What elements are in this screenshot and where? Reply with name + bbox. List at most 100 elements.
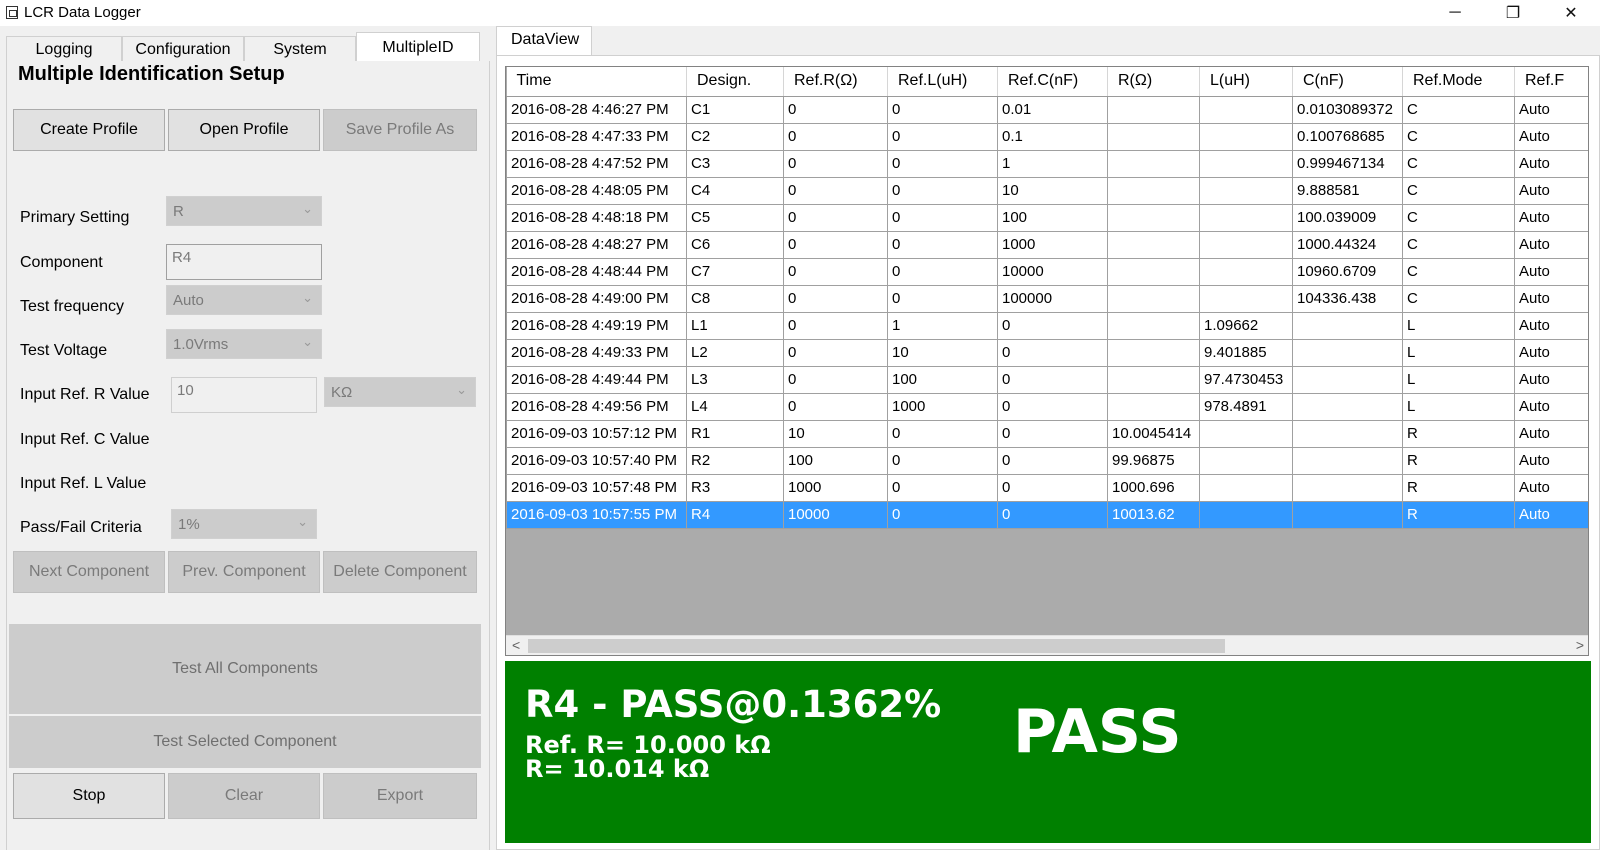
input-ref-r-field[interactable]: 10 [171,377,317,413]
table-cell[interactable]: L [1402,311,1515,340]
table-cell[interactable]: Auto [1514,419,1588,448]
table-cell[interactable]: Auto [1514,446,1588,475]
create-profile-button[interactable]: Create Profile [13,109,165,151]
table-cell[interactable] [1107,149,1200,178]
table-row[interactable]: 2016-09-03 10:57:48 PM R3 1000 0 0 1000.696 R A… [506,473,1588,502]
table-cell[interactable]: 100.039009 [1292,203,1403,232]
test-selected-component-button[interactable]: Test Selected Component [9,716,481,768]
table-row[interactable]: 2016-08-28 4:47:33 PM C2 0 0 0.1 0.100768685 C… [506,122,1588,151]
table-cell[interactable]: 10013.62 [1107,500,1200,529]
table-cell[interactable] [1199,473,1293,502]
table-cell[interactable]: 0 [997,365,1108,394]
table-cell[interactable]: 2016-08-28 4:49:44 PM [506,365,687,394]
table-cell[interactable]: Auto [1514,473,1588,502]
table-cell[interactable] [1292,446,1403,475]
table-cell[interactable]: 0 [783,95,888,124]
table-row[interactable]: 2016-09-03 10:57:12 PM R1 10 0 0 10.0045414 R A… [506,419,1588,448]
table-cell[interactable]: 10 [887,338,998,367]
tab-logging[interactable]: Logging [6,36,122,62]
table-cell[interactable]: Auto [1514,203,1588,232]
table-cell[interactable] [1199,95,1293,124]
table-row[interactable]: 2016-08-28 4:49:19 PM L1 0 1 0 1.09662 L Auto [506,311,1588,340]
table-cell[interactable] [1107,95,1200,124]
table-cell[interactable]: 2016-09-03 10:57:40 PM [506,446,687,475]
table-cell[interactable]: R4 [686,500,784,529]
table-cell[interactable] [1292,338,1403,367]
table-cell[interactable]: C5 [686,203,784,232]
table-cell[interactable]: 0 [887,203,998,232]
table-row[interactable]: 2016-08-28 4:48:18 PM C5 0 0 100 100.039009 C A… [506,203,1588,232]
table-cell[interactable]: 1 [997,149,1108,178]
table-cell[interactable] [1292,500,1403,529]
table-row[interactable]: 2016-08-28 4:49:33 PM L2 0 10 0 9.401885 L Auto [506,338,1588,367]
table-cell[interactable]: C3 [686,149,784,178]
table-row[interactable]: 2016-09-03 10:57:55 PM R4 10000 0 0 10013.62 R… [506,500,1588,529]
table-cell[interactable]: L [1402,392,1515,421]
table-cell[interactable]: C [1402,203,1515,232]
save-profile-as-button[interactable]: Save Profile As [323,109,477,151]
table-cell[interactable]: 0 [783,338,888,367]
tab-configuration[interactable]: Configuration [122,36,244,62]
table-cell[interactable]: C [1402,122,1515,151]
table-cell[interactable]: Auto [1514,122,1588,151]
table-cell[interactable]: Auto [1514,284,1588,313]
horizontal-scrollbar[interactable]: < > [506,635,1588,655]
table-cell[interactable]: 0.100768685 [1292,122,1403,151]
clear-button[interactable]: Clear [168,773,320,819]
table-cell[interactable] [1107,338,1200,367]
table-cell[interactable]: 0.0103089372 [1292,95,1403,124]
table-cell[interactable]: 100 [783,446,888,475]
table-cell[interactable]: C1 [686,95,784,124]
table-cell[interactable]: 10960.6709 [1292,257,1403,286]
table-cell[interactable] [1107,122,1200,151]
table-row[interactable]: 2016-08-28 4:48:27 PM C6 0 0 1000 1000.44324 C… [506,230,1588,259]
table-cell[interactable] [1107,257,1200,286]
table-cell[interactable] [1107,392,1200,421]
table-cell[interactable]: Auto [1514,500,1588,529]
table-cell[interactable]: 0 [997,446,1108,475]
table-cell[interactable]: 2016-09-03 10:57:48 PM [506,473,687,502]
column-header[interactable]: Ref.R(Ω) [783,67,888,97]
data-grid[interactable]: Time Design. Ref.R(Ω) Ref.L(uH) Ref.C(nF) R(Ω… [505,66,1589,656]
table-cell[interactable]: 0 [783,311,888,340]
column-header[interactable]: R(Ω) [1107,67,1200,97]
table-row[interactable]: 2016-09-03 10:57:40 PM R2 100 0 0 99.96875 R Au… [506,446,1588,475]
table-cell[interactable]: L2 [686,338,784,367]
table-cell[interactable]: 0 [887,122,998,151]
table-cell[interactable]: 104336.438 [1292,284,1403,313]
table-cell[interactable]: Auto [1514,365,1588,394]
table-row[interactable]: 2016-08-28 4:48:05 PM C4 0 0 10 9.888581 C Auto [506,176,1588,205]
table-cell[interactable]: Auto [1514,392,1588,421]
table-cell[interactable]: Auto [1514,338,1588,367]
table-cell[interactable]: Auto [1514,311,1588,340]
column-header[interactable]: Ref.F [1514,67,1588,97]
table-cell[interactable]: 0 [783,203,888,232]
table-cell[interactable]: 0 [887,257,998,286]
table-cell[interactable]: 100 [997,203,1108,232]
table-cell[interactable]: 0 [997,392,1108,421]
table-cell[interactable]: C [1402,176,1515,205]
table-cell[interactable]: R2 [686,446,784,475]
table-cell[interactable]: 2016-09-03 10:57:55 PM [506,500,687,529]
table-cell[interactable] [1292,473,1403,502]
table-cell[interactable]: L [1402,338,1515,367]
table-cell[interactable]: 2016-08-28 4:48:44 PM [506,257,687,286]
table-cell[interactable]: 99.96875 [1107,446,1200,475]
table-cell[interactable]: 2016-08-28 4:48:18 PM [506,203,687,232]
table-cell[interactable]: 2016-08-28 4:49:19 PM [506,311,687,340]
table-cell[interactable]: 2016-08-28 4:49:00 PM [506,284,687,313]
table-cell[interactable]: L1 [686,311,784,340]
table-cell[interactable]: Auto [1514,176,1588,205]
table-cell[interactable] [1199,284,1293,313]
table-cell[interactable]: 0.1 [997,122,1108,151]
table-cell[interactable]: Auto [1514,149,1588,178]
table-cell[interactable]: C2 [686,122,784,151]
table-cell[interactable] [1199,176,1293,205]
column-header[interactable]: Ref.L(uH) [887,67,998,97]
input-ref-r-unit-select[interactable]: KΩ ⌄ [324,377,476,407]
table-cell[interactable]: 1.09662 [1199,311,1293,340]
table-cell[interactable]: C4 [686,176,784,205]
test-all-components-button[interactable]: Test All Components [9,624,481,714]
test-voltage-select[interactable]: 1.0Vrms ⌄ [166,329,322,359]
column-header[interactable]: Ref.Mode [1402,67,1515,97]
